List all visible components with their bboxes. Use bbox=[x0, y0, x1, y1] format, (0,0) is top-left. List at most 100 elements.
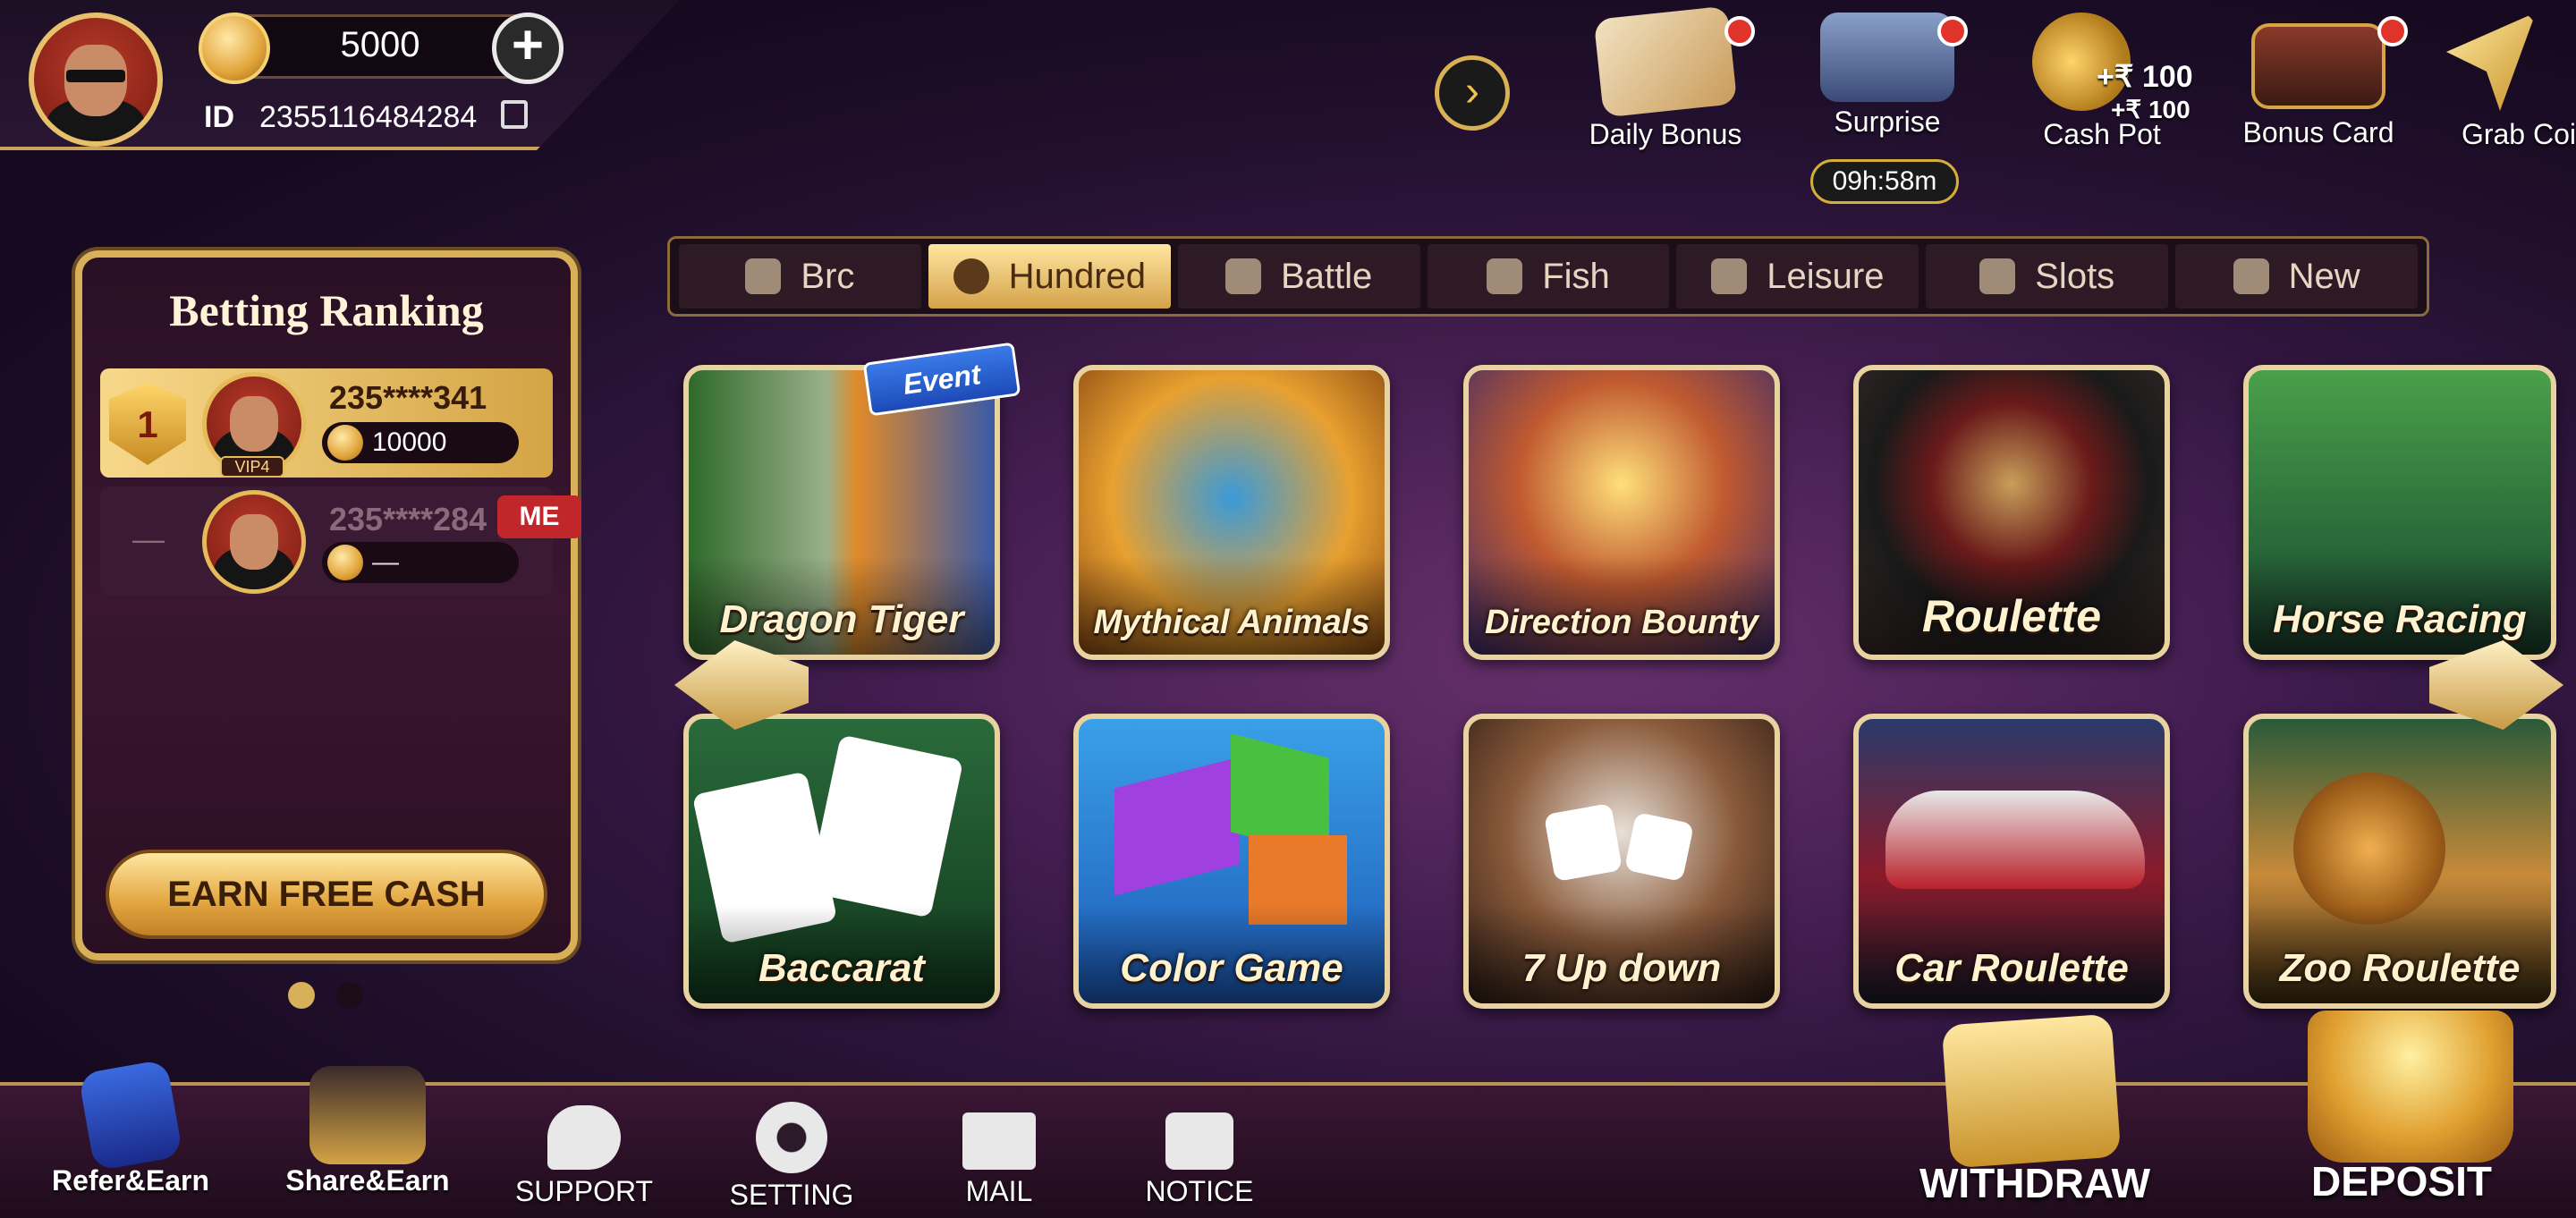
bonus-card-label: Bonus Card bbox=[2242, 116, 2394, 148]
slot-machine-icon bbox=[1979, 258, 2016, 294]
dice-icon bbox=[1623, 811, 1695, 883]
dice-icon bbox=[1543, 802, 1623, 883]
mail-label: MAIL bbox=[965, 1175, 1033, 1207]
chat-bubble-icon bbox=[547, 1105, 621, 1170]
cash-pot-amount-2: +₹ 100 bbox=[2111, 96, 2190, 123]
game-horse-racing[interactable]: Horse Racing bbox=[2243, 365, 2556, 660]
lion-icon bbox=[2293, 773, 2445, 925]
share-earn-button[interactable]: Share&Earn bbox=[265, 1066, 470, 1197]
ranking-player-name: 235****284 bbox=[329, 501, 487, 537]
game-label: 7 Up down bbox=[1521, 946, 1722, 990]
mail-button[interactable]: MAIL bbox=[923, 1112, 1075, 1208]
game-label: Color Game bbox=[1120, 946, 1343, 990]
copy-icon[interactable] bbox=[501, 100, 528, 129]
category-tabs: Brc Hundred Battle Fish Leisure Slots Ne… bbox=[667, 236, 2429, 317]
refer-earn-label: Refer&Earn bbox=[51, 1164, 210, 1197]
game-7-up-down[interactable]: 7 Up down bbox=[1463, 714, 1780, 1009]
notice-icon bbox=[1165, 1112, 1233, 1170]
wallet-icon bbox=[1941, 1013, 2122, 1169]
game-label: Baccarat bbox=[758, 946, 925, 990]
game-label: Horse Racing bbox=[2273, 597, 2527, 641]
grab-coin-button[interactable]: Grab Coi bbox=[2406, 13, 2576, 165]
card-queen-spades bbox=[807, 734, 964, 918]
game-car-roulette[interactable]: Car Roulette bbox=[1853, 714, 2170, 1009]
notice-button[interactable]: NOTICE bbox=[1123, 1112, 1275, 1208]
player-id-label: ID bbox=[204, 100, 234, 134]
gear-icon bbox=[756, 1102, 827, 1173]
game-roulette[interactable]: Roulette bbox=[1853, 365, 2170, 660]
me-badge: ME bbox=[497, 495, 581, 538]
game-label: Mythical Animals bbox=[1093, 604, 1370, 641]
video-icon bbox=[2233, 258, 2269, 294]
tab-brc[interactable]: Brc bbox=[679, 244, 921, 309]
phone-icon bbox=[78, 1059, 183, 1171]
game-dragon-tiger[interactable]: Dragon Tiger bbox=[683, 365, 1000, 660]
coin-icon bbox=[199, 13, 270, 84]
tab-hundred[interactable]: Hundred bbox=[928, 244, 1171, 309]
notice-label: NOTICE bbox=[1145, 1175, 1254, 1207]
cash-pot-amount-1: +₹ 100 bbox=[2097, 60, 2193, 94]
game-mythical-animals[interactable]: Mythical Animals bbox=[1073, 365, 1390, 660]
rank-number: — bbox=[132, 520, 165, 557]
people-icon bbox=[953, 258, 989, 294]
withdraw-button[interactable]: WITHDRAW bbox=[1914, 1159, 2156, 1207]
gift-chest-icon bbox=[309, 1066, 426, 1164]
avatar bbox=[202, 490, 306, 594]
game-label: Direction Bounty bbox=[1484, 604, 1759, 641]
envelope-icon bbox=[962, 1112, 1036, 1170]
player-avatar[interactable] bbox=[29, 13, 163, 147]
expand-arrow-button[interactable]: › bbox=[1435, 55, 1510, 131]
tab-label: Slots bbox=[2035, 256, 2115, 296]
video-icon bbox=[1711, 258, 1748, 294]
game-baccarat[interactable]: Baccarat bbox=[683, 714, 1000, 1009]
tab-label: Brc bbox=[801, 256, 855, 296]
refer-earn-button[interactable]: Refer&Earn bbox=[32, 1059, 229, 1197]
vip-badge: VIP4 bbox=[220, 456, 284, 478]
support-button[interactable]: SUPPORT bbox=[508, 1105, 660, 1208]
page-dot-active[interactable] bbox=[288, 982, 315, 1009]
deposit-button[interactable]: DEPOSIT bbox=[2290, 1157, 2513, 1205]
game-label: Roulette bbox=[1922, 591, 2101, 641]
treasure-chest-icon bbox=[1820, 13, 1954, 102]
game-label: Zoo Roulette bbox=[2279, 946, 2521, 990]
notification-dot bbox=[2377, 16, 2408, 47]
tab-new[interactable]: New bbox=[2175, 244, 2419, 309]
game-label: Dragon Tiger bbox=[719, 597, 964, 641]
setting-button[interactable]: SETTING bbox=[716, 1102, 868, 1212]
surprise-label: Surprise bbox=[1834, 106, 1941, 138]
swords-icon bbox=[1225, 258, 1261, 294]
daily-bonus-label: Daily Bonus bbox=[1589, 118, 1742, 150]
tab-label: New bbox=[2288, 256, 2360, 296]
tab-label: Leisure bbox=[1767, 256, 1885, 296]
tab-label: Fish bbox=[1542, 256, 1610, 296]
game-direction-bounty[interactable]: Direction Bounty bbox=[1463, 365, 1780, 660]
setting-label: SETTING bbox=[729, 1179, 854, 1211]
coin-icon bbox=[327, 425, 363, 461]
notification-dot bbox=[1724, 16, 1755, 47]
calendar-icon bbox=[1593, 5, 1738, 118]
tab-label: Hundred bbox=[1008, 256, 1146, 296]
grab-coin-label: Grab Coi bbox=[2461, 118, 2576, 150]
sports-car-icon bbox=[1885, 791, 2145, 889]
add-coins-button[interactable]: + bbox=[492, 13, 564, 84]
fire-icon bbox=[745, 258, 782, 294]
player-id: 2355116484284 bbox=[259, 100, 478, 134]
bonus-card-icon bbox=[2251, 23, 2385, 109]
tab-leisure[interactable]: Leisure bbox=[1676, 244, 1919, 309]
paper-plane-icon bbox=[2446, 13, 2536, 111]
page-dot[interactable] bbox=[336, 982, 363, 1009]
tab-battle[interactable]: Battle bbox=[1177, 244, 1420, 309]
tab-label: Battle bbox=[1281, 256, 1373, 296]
earn-free-cash-button[interactable]: EARN FREE CASH bbox=[106, 850, 547, 939]
share-earn-label: Share&Earn bbox=[285, 1164, 450, 1197]
fishing-icon bbox=[1487, 258, 1523, 294]
tab-fish[interactable]: Fish bbox=[1427, 244, 1670, 309]
support-label: SUPPORT bbox=[514, 1175, 654, 1207]
game-zoo-roulette[interactable]: Zoo Roulette bbox=[2243, 714, 2556, 1009]
ranking-player-name: 235****341 bbox=[329, 379, 487, 416]
coin-icon bbox=[327, 545, 363, 580]
color-cube-purple bbox=[1114, 757, 1240, 896]
game-color-game[interactable]: Color Game bbox=[1073, 714, 1390, 1009]
treasure-basket-icon bbox=[2308, 1011, 2513, 1163]
tab-slots[interactable]: Slots bbox=[1926, 244, 2169, 309]
